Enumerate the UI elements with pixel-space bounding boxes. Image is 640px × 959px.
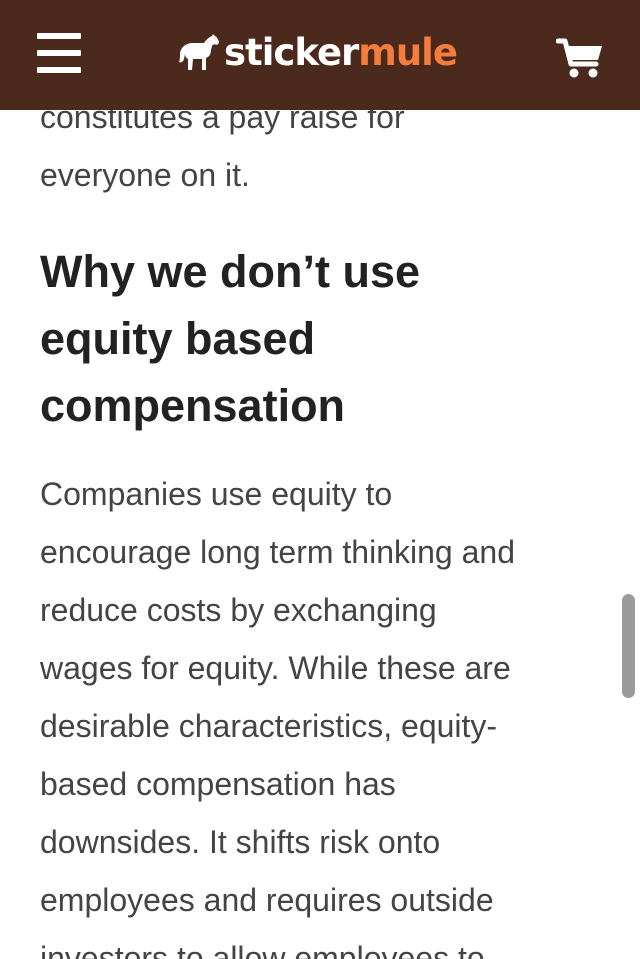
heading-line: Why we don’t use (40, 246, 421, 297)
menu-bar-line (37, 67, 81, 73)
menu-bar-line (37, 33, 81, 39)
vertical-scrollbar-thumb[interactable] (622, 594, 635, 698)
paragraph-line: based compensation has (40, 766, 396, 802)
paragraph-line: downsides. It shifts risk onto (40, 824, 441, 860)
logo-mule-text: mule (358, 31, 458, 74)
paragraph-line: encourage long term thinking and (40, 534, 515, 570)
paragraph-line: employees and requires outside (40, 882, 494, 918)
paragraph-line: Companies use equity to (40, 476, 393, 512)
heading-line: equity based (40, 313, 316, 364)
top-navigation-bar: stickermule (0, 0, 640, 110)
hamburger-menu-icon[interactable] (37, 33, 81, 73)
body-paragraph: Companies use equity to encourage long t… (40, 465, 610, 959)
section-heading: Why we don’t use equity based compensati… (40, 238, 600, 439)
paragraph-line: investors to allow employees to (40, 940, 485, 959)
previous-paragraph-line: everyone on it. (40, 157, 250, 193)
paragraph-line: wages for equity. While these are (40, 650, 511, 686)
logo-sticker-text: sticker (224, 31, 359, 74)
heading-line: compensation (40, 380, 346, 431)
cart-glyph (555, 38, 602, 78)
shopping-cart-icon[interactable] (555, 36, 604, 80)
paragraph-line: reduce costs by exchanging (40, 592, 437, 628)
sticker-mule-logo[interactable]: stickermule (178, 28, 458, 78)
menu-bar-line (37, 50, 81, 56)
logo-wordmark: stickermule (224, 28, 458, 78)
paragraph-line: desirable characteristics, equity- (40, 708, 498, 744)
article-content: constitutes a pay raise for everyone on … (0, 0, 640, 959)
horse-logo-icon (179, 34, 219, 70)
